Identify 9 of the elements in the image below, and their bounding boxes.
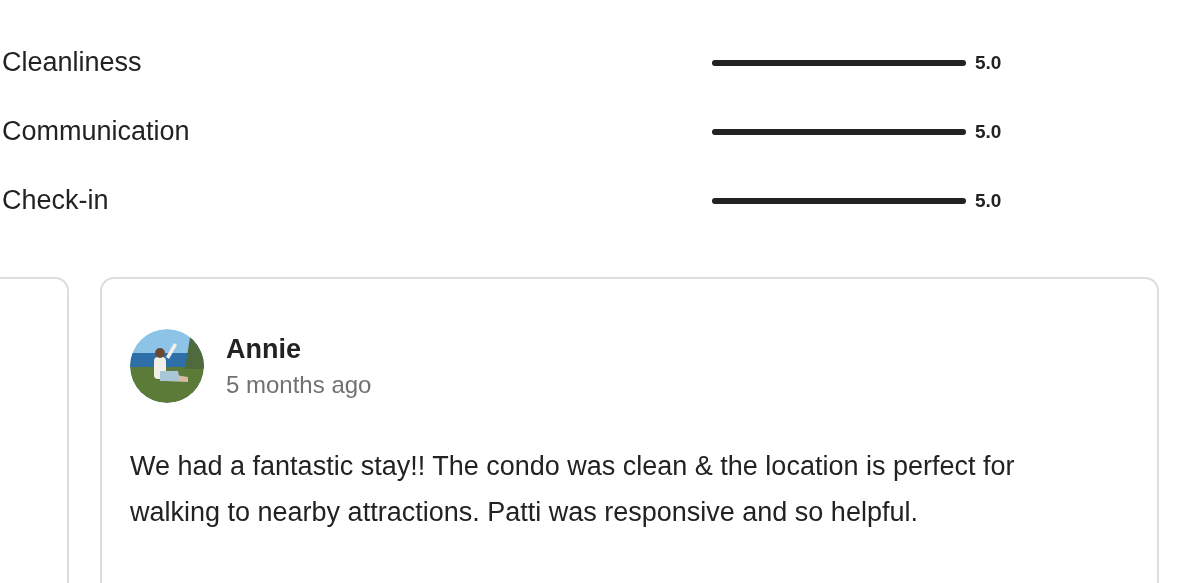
rating-score: 5.0 <box>975 51 1002 74</box>
review-text: We had a fantastic stay!! The condo was clean & the location is perfect for walking to nearby attractions. Patti was responsive and so helpful. <box>130 450 1016 529</box>
review-date: 5 months ago <box>226 370 372 399</box>
rating-label: Check-in <box>2 185 110 216</box>
rating-score: 5.0 <box>975 189 1002 212</box>
rating-score: 5.0 <box>975 120 1002 143</box>
reviewer-name: Annie <box>226 333 302 365</box>
rating-label: Communication <box>2 116 191 147</box>
rating-label: Cleanliness <box>2 47 143 78</box>
